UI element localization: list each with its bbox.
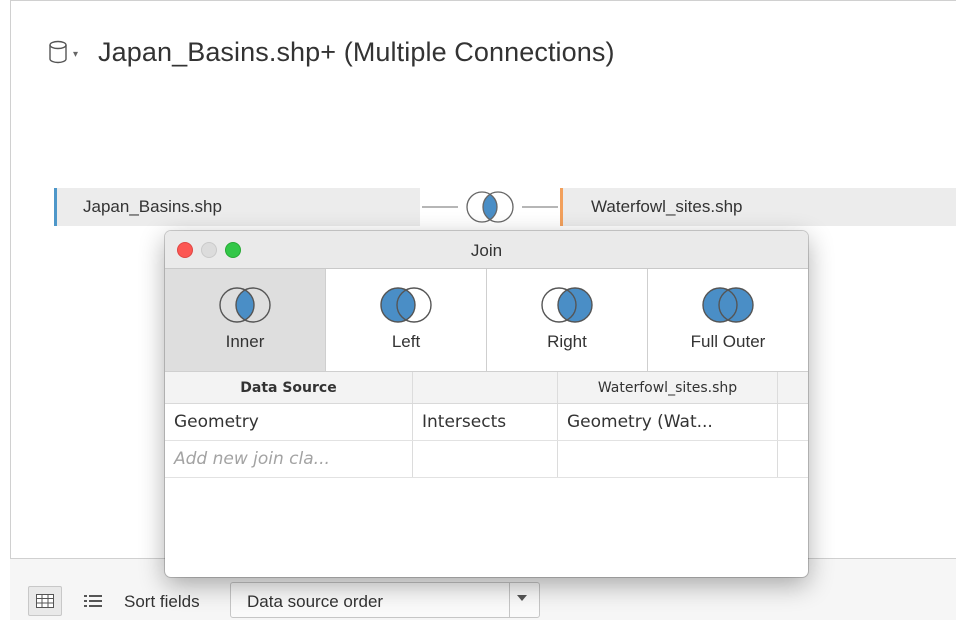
- add-clause-right-empty: [558, 441, 778, 477]
- join-clause-row[interactable]: Geometry Intersects Geometry (Wat...: [165, 404, 808, 441]
- frame-left-border: [10, 0, 11, 620]
- header-operator: [413, 372, 558, 403]
- join-type-left[interactable]: Left: [326, 269, 487, 371]
- database-icon[interactable]: [45, 39, 71, 65]
- join-type-right-label: Right: [547, 332, 587, 351]
- chevron-down-icon: [517, 595, 527, 601]
- add-join-clause-row[interactable]: Add new join cla...: [165, 441, 808, 478]
- canvas-table-right-label: Waterfowl_sites.shp: [591, 197, 743, 216]
- canvas-table-left-label: Japan_Basins.shp: [83, 197, 222, 216]
- join-type-inner-label: Inner: [225, 332, 265, 351]
- grid-view-button[interactable]: [28, 586, 62, 616]
- full-outer-join-icon: [702, 287, 754, 323]
- datasource-menu-caret-icon[interactable]: ▾: [73, 49, 78, 60]
- join-dialog: Join Inner Left Right Full Outer Data So…: [165, 231, 808, 577]
- add-join-clause-input[interactable]: Add new join cla...: [165, 441, 413, 477]
- header-spacer: [778, 372, 808, 403]
- join-type-inner[interactable]: Inner: [165, 269, 326, 371]
- inner-join-icon: [219, 287, 271, 323]
- sort-fields-label: Sort fields: [124, 592, 200, 611]
- header-right-source: Waterfowl_sites.shp: [558, 372, 778, 403]
- add-clause-operator-empty: [413, 441, 558, 477]
- list-view-button[interactable]: [78, 586, 108, 616]
- join-clause-header: Data Source Waterfowl_sites.shp: [165, 372, 808, 404]
- clause-operator[interactable]: Intersects: [413, 404, 558, 440]
- join-type-selector: Inner Left Right Full Outer: [165, 269, 808, 372]
- clause-left-field[interactable]: Geometry: [165, 404, 413, 440]
- clause-row-spacer: [778, 404, 808, 440]
- add-clause-spacer: [778, 441, 808, 477]
- canvas-table-left[interactable]: Japan_Basins.shp: [54, 188, 420, 226]
- right-join-icon: [541, 287, 593, 323]
- dialog-title: Join: [470, 241, 503, 260]
- dialog-titlebar[interactable]: Join: [165, 231, 808, 269]
- join-type-right[interactable]: Right: [487, 269, 648, 371]
- sort-fields-dropdown[interactable]: Data source order: [230, 582, 540, 618]
- header-left-source: Data Source: [165, 372, 413, 403]
- datasource-header: ▾ Japan_Basins.shp+ (Multiple Connection…: [45, 30, 615, 74]
- join-venn-icon[interactable]: [458, 188, 522, 226]
- grid-icon: [36, 594, 54, 608]
- frame-top-border: [10, 0, 956, 1]
- join-type-left-label: Left: [391, 332, 421, 351]
- datasource-title[interactable]: Japan_Basins.shp+ (Multiple Connections): [98, 37, 615, 68]
- clause-right-field[interactable]: Geometry (Wat...: [558, 404, 778, 440]
- join-type-full-outer-label: Full Outer: [690, 332, 766, 351]
- sort-fields-value: Data source order: [247, 592, 384, 611]
- list-icon: [84, 595, 102, 607]
- canvas-table-right[interactable]: Waterfowl_sites.shp: [560, 188, 956, 226]
- join-type-full-outer[interactable]: Full Outer: [648, 269, 808, 371]
- left-join-icon: [380, 287, 432, 323]
- dropdown-divider: [509, 583, 510, 617]
